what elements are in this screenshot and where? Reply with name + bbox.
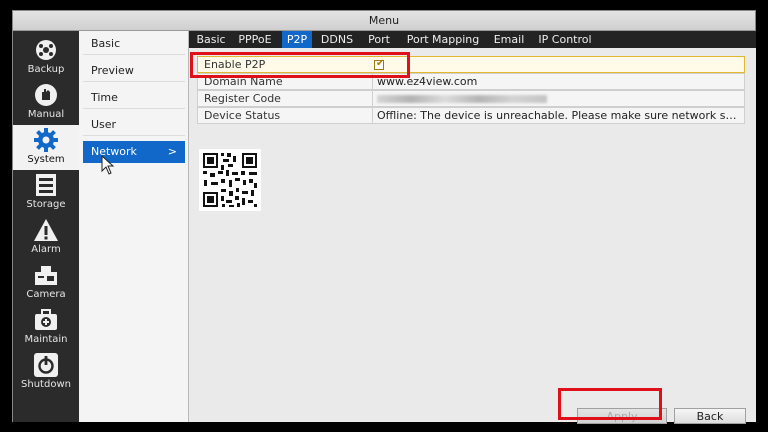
tab-p2p[interactable]: P2P <box>282 31 312 48</box>
alarm-icon <box>34 219 58 241</box>
nav-label: Camera <box>26 289 66 300</box>
main-nav: Backup Manual System Storage Alarm Camer… <box>13 31 79 422</box>
qr-code <box>199 149 261 211</box>
nav-label: Backup <box>27 64 65 75</box>
chevron-right-icon: > <box>167 145 177 158</box>
system-submenu: Basic Preview Time User Network > <box>79 31 189 422</box>
nav-item-shutdown[interactable]: Shutdown <box>13 350 79 395</box>
submenu-item-network[interactable]: Network > <box>83 141 185 163</box>
tab-email[interactable]: Email <box>491 31 527 48</box>
camera-icon <box>35 266 57 285</box>
maintain-icon <box>35 309 57 330</box>
register-code-row: Register Code <box>197 90 745 107</box>
register-code-value <box>372 91 742 107</box>
nav-item-backup[interactable]: Backup <box>13 35 79 80</box>
tab-basic[interactable]: Basic <box>193 31 229 48</box>
submenu-item-user[interactable]: User <box>83 114 185 136</box>
qr-code-image <box>199 149 261 211</box>
nav-label: Manual <box>27 109 65 120</box>
apply-highlight <box>558 388 662 420</box>
submenu-item-preview[interactable]: Preview <box>83 60 185 82</box>
nav-label: Alarm <box>31 244 61 255</box>
power-icon <box>34 353 58 377</box>
nav-label: Maintain <box>24 334 68 345</box>
enable-p2p-highlight <box>190 52 410 78</box>
nav-label: Storage <box>26 199 66 210</box>
storage-icon <box>36 174 56 196</box>
window-title: Menu <box>13 11 755 31</box>
nav-label: Shutdown <box>21 379 71 390</box>
gear-icon <box>34 128 58 152</box>
tab-port-mapping[interactable]: Port Mapping <box>401 31 485 48</box>
tab-ip-control[interactable]: IP Control <box>533 31 597 48</box>
field-label: Register Code <box>204 92 281 105</box>
mouse-cursor-icon <box>101 155 115 175</box>
tab-pppoe[interactable]: PPPoE <box>233 31 277 48</box>
network-tabs: Basic PPPoE P2P DDNS Port Port Mapping E… <box>189 31 756 48</box>
nav-item-storage[interactable]: Storage <box>13 170 79 215</box>
nav-item-alarm[interactable]: Alarm <box>13 215 79 260</box>
backup-icon <box>36 40 56 60</box>
nav-item-manual[interactable]: Manual <box>13 80 79 125</box>
nav-item-camera[interactable]: Camera <box>13 260 79 305</box>
domain-name-value: www.ez4view.com <box>372 74 742 90</box>
back-button[interactable]: Back <box>674 408 746 424</box>
field-label: Device Status <box>204 109 281 122</box>
device-status-row: Device Status Offline: The device is unr… <box>197 107 745 124</box>
hand-icon <box>35 84 57 106</box>
submenu-item-time[interactable]: Time <box>83 87 185 109</box>
tab-port[interactable]: Port <box>362 31 396 48</box>
device-status-value: Offline: The device is unreachable. Plea… <box>372 108 742 124</box>
nav-item-maintain[interactable]: Maintain <box>13 305 79 350</box>
redacted-value <box>377 95 547 103</box>
p2p-panel: Enable P2P ✔ Domain Name www.ez4view.com… <box>189 48 756 424</box>
nav-label: System <box>27 154 65 165</box>
nav-item-system[interactable]: System <box>13 125 79 170</box>
tab-ddns[interactable]: DDNS <box>317 31 357 48</box>
submenu-item-basic[interactable]: Basic <box>83 33 185 55</box>
